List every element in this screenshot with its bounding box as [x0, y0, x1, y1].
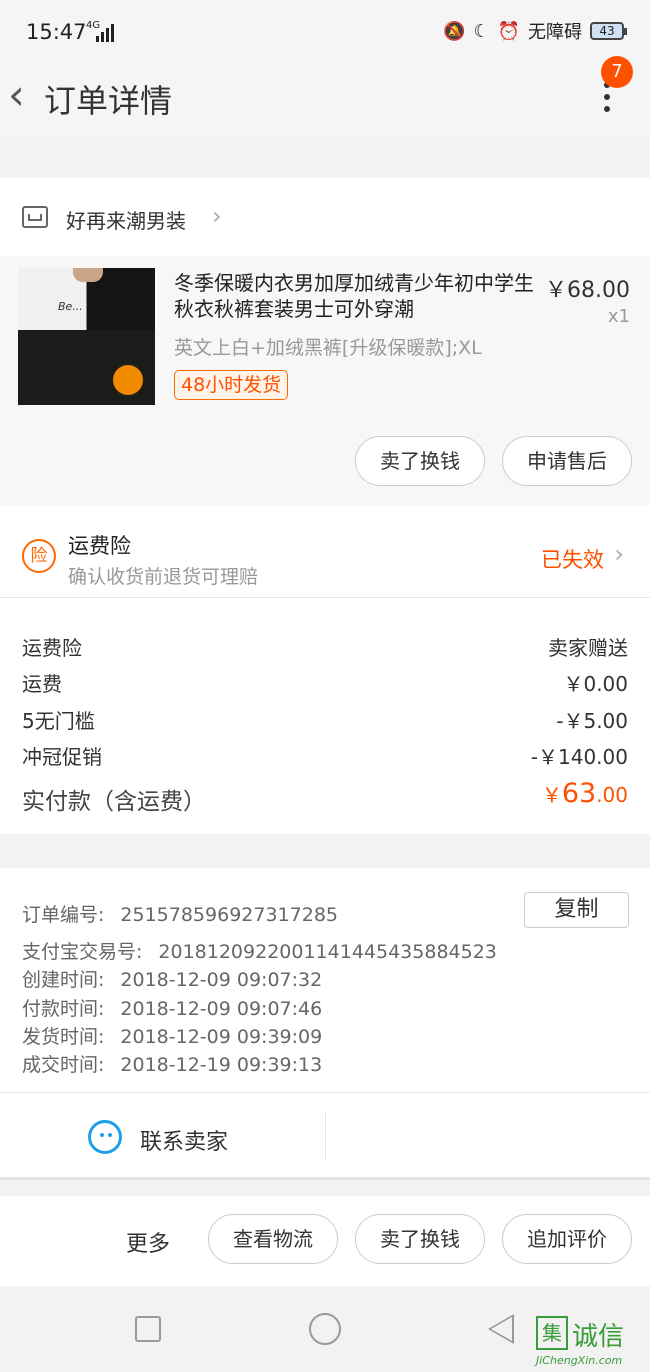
smiley-chat-icon[interactable]: [88, 1120, 122, 1154]
info-value: 2018-12-19 09:39:13: [120, 1054, 323, 1076]
product-item[interactable]: Be... 冬季保暖内衣男加厚加绒青少年初中学生秋衣秋裤套装男士可外穿潮 ￥68…: [0, 256, 650, 506]
info-key: 支付宝交易号:: [22, 941, 143, 963]
watermark-url: JiChengXin.com: [536, 1354, 623, 1367]
alipay-number-row: 支付宝交易号: 2018120922001141445435884523: [22, 937, 497, 964]
fee-label: 5无门槛: [22, 709, 95, 733]
product-spec: 英文上白+加绒黑裤[升级保暖款];XL: [174, 337, 482, 359]
info-key: 创建时间:: [22, 969, 105, 991]
product-quantity: x1: [607, 306, 630, 327]
fee-label: 运费: [22, 672, 62, 696]
info-value: 2018-12-09 09:39:09: [120, 1026, 323, 1048]
sell-for-cash-button[interactable]: 卖了换钱: [355, 1214, 485, 1264]
total-row: 实付款（含运费） ￥63.00: [22, 778, 628, 815]
order-number-row: 订单编号: 251578596927317285: [22, 900, 338, 927]
chevron-right-icon: ›: [212, 202, 222, 230]
fee-label: 运费险: [22, 636, 82, 660]
system-nav-bar: 集 诚信 JiChengXin.com: [0, 1286, 650, 1372]
moon-icon: ☾: [473, 20, 490, 42]
info-value: 2018120922001141445435884523: [158, 941, 497, 963]
battery-level: 43: [599, 24, 615, 38]
copy-button[interactable]: 复制: [524, 892, 629, 928]
shipped-time-row: 发货时间: 2018-12-09 09:39:09: [22, 1022, 322, 1049]
total-amount: ￥63.00: [541, 778, 628, 809]
shipping-insurance-row[interactable]: 险 运费险 确认收货前退货可理赔 已失效 ›: [0, 506, 650, 598]
shop-row[interactable]: 好再来潮男装 ›: [0, 178, 650, 256]
insurance-title: 运费险: [68, 534, 131, 558]
shipping-tag: 48小时发货: [174, 370, 289, 400]
watermark-seal: 集: [536, 1316, 568, 1350]
page-title: 订单详情: [44, 82, 173, 120]
warm-badge-icon: [113, 365, 143, 395]
nav-bar: ‹ 订单详情 7: [0, 56, 650, 136]
add-review-button[interactable]: 追加评价: [502, 1214, 632, 1264]
accessibility-label: 无障碍: [528, 22, 582, 43]
notification-badge: 7: [601, 56, 633, 88]
paid-time-row: 付款时间: 2018-12-09 09:07:46: [22, 994, 322, 1021]
fee-row: 运费 ￥0.00: [22, 668, 628, 698]
fee-row: 冲冠促销 -￥140.00: [22, 741, 628, 771]
back-arrow-icon[interactable]: ‹: [8, 74, 25, 116]
sell-for-cash-button[interactable]: 卖了换钱: [355, 436, 485, 486]
insurance-icon: 险: [22, 539, 56, 573]
more-button[interactable]: 更多: [126, 1226, 170, 1258]
more-menu-icon[interactable]: [600, 82, 614, 122]
recent-apps-icon[interactable]: [135, 1316, 161, 1342]
vibrate-icon: 🔕: [443, 20, 466, 42]
product-price: ￥68.00: [545, 278, 630, 303]
info-key: 成交时间:: [22, 1054, 105, 1076]
fee-label: 冲冠促销: [22, 745, 102, 769]
request-after-sales-button[interactable]: 申请售后: [502, 436, 632, 486]
contact-seller-bar: 联系卖家: [0, 1092, 650, 1180]
insurance-status: 已失效: [541, 548, 604, 572]
info-value: 2018-12-09 09:07:46: [120, 998, 323, 1020]
info-value: 2018-12-09 09:07:32: [120, 969, 323, 991]
insurance-subtitle: 确认收货前退货可理赔: [68, 566, 259, 588]
alarm-icon: ⏰: [497, 20, 520, 42]
signal-icon: [96, 24, 118, 42]
back-triangle-icon[interactable]: [488, 1314, 514, 1344]
product-name: 冬季保暖内衣男加厚加绒青少年初中学生秋衣秋裤套装男士可外穿潮: [174, 271, 534, 321]
fee-value: 卖家赠送: [548, 636, 628, 660]
fee-row: 5无门槛 -￥5.00: [22, 705, 628, 735]
view-logistics-button[interactable]: 查看物流: [208, 1214, 338, 1264]
order-info: 订单编号: 251578596927317285 复制 支付宝交易号: 201812…: [0, 868, 650, 1092]
shop-name: 好再来潮男装: [66, 209, 186, 233]
completed-time-row: 成交时间: 2018-12-19 09:39:13: [22, 1050, 322, 1077]
info-value: 251578596927317285: [120, 904, 338, 926]
total-label: 实付款（含运费）: [22, 789, 206, 815]
status-bar: 15:47 4G 🔕 ☾ ⏰ 无障碍 43: [0, 0, 650, 64]
battery-icon: 43: [590, 22, 627, 40]
info-key: 订单编号:: [22, 904, 105, 926]
fee-value: ￥0.00: [563, 672, 628, 696]
watermark-logo: 集 诚信 JiChengXin.com: [532, 1310, 650, 1370]
info-key: 发货时间:: [22, 1026, 105, 1048]
watermark-text: 诚信: [572, 1322, 625, 1352]
created-time-row: 创建时间: 2018-12-09 09:07:32: [22, 965, 322, 992]
shop-icon: [22, 206, 48, 228]
info-key: 付款时间:: [22, 998, 105, 1020]
fee-value: -￥5.00: [556, 709, 628, 733]
fee-value: -￥140.00: [530, 745, 628, 769]
chevron-right-icon: ›: [614, 540, 624, 568]
product-thumbnail[interactable]: Be...: [18, 268, 155, 405]
fee-breakdown: 运费险 卖家赠送 运费 ￥0.00 5无门槛 -￥5.00 冲冠促销 -￥140…: [0, 598, 650, 834]
divider: [325, 1111, 326, 1161]
contact-seller-button[interactable]: 联系卖家: [140, 1124, 228, 1156]
fee-row: 运费险 卖家赠送: [22, 632, 628, 662]
bottom-action-bar: 更多 查看物流 卖了换钱 追加评价: [0, 1196, 650, 1286]
status-time: 15:47: [26, 20, 87, 44]
home-icon[interactable]: [309, 1313, 341, 1345]
